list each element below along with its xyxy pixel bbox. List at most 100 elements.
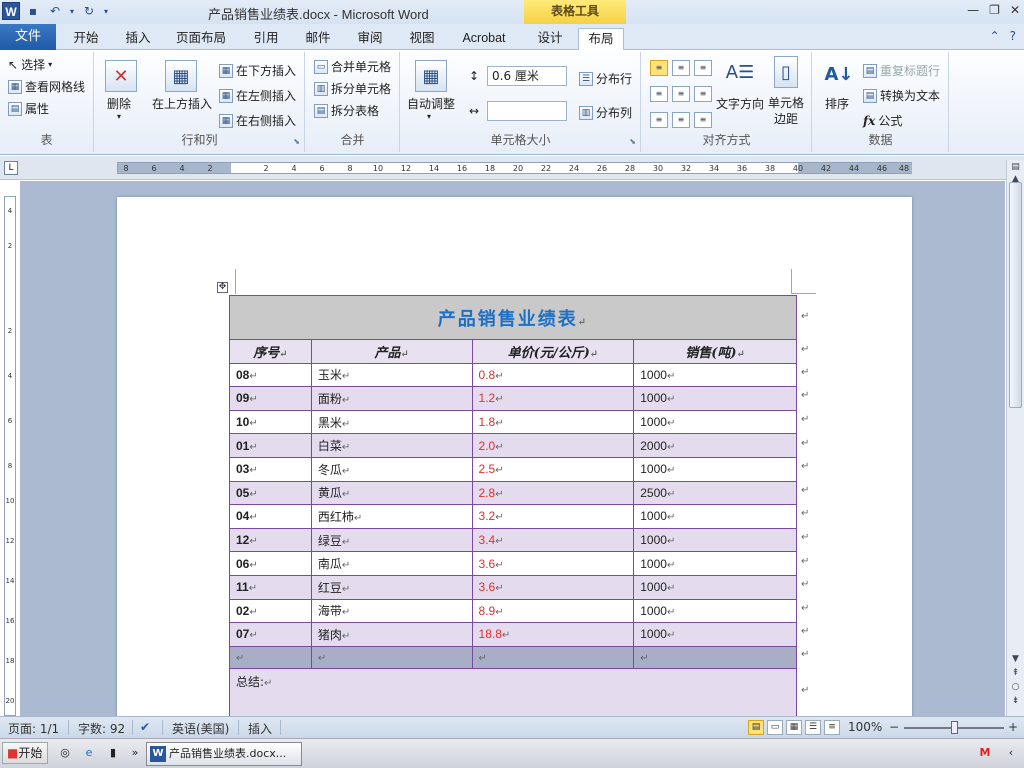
quick-launch-icon[interactable]: ▮ (104, 744, 122, 762)
zoom-out-button[interactable]: − (889, 720, 899, 734)
table-cell[interactable]: 0.8↵ (471, 362, 635, 388)
table-cell[interactable]: ↵ (310, 645, 473, 669)
tab-file[interactable]: 文件 (0, 24, 56, 50)
table-cell[interactable]: 1000↵ (633, 551, 797, 576)
undo-icon[interactable]: ↶ (46, 2, 64, 20)
taskbar-word-document-button[interactable]: W 产品销售业绩表.docx... (146, 742, 302, 766)
table-cell[interactable]: 红豆↵ (310, 574, 473, 600)
customize-qat-icon[interactable]: ▾ (102, 2, 110, 20)
table-cell[interactable]: 白菜↵ (310, 433, 473, 458)
table-cell[interactable]: 2.5↵ (471, 456, 635, 482)
table-cell[interactable]: ↵ (633, 645, 797, 669)
table-cell[interactable]: 黑米↵ (310, 409, 473, 435)
header-cell[interactable]: 产品↵ (310, 339, 473, 364)
scroll-down-arrow-icon[interactable]: ▼ (1007, 654, 1024, 664)
table-cell[interactable]: 12↵ (229, 527, 312, 553)
web-layout-icon[interactable]: ▦ (786, 720, 802, 735)
table-cell[interactable]: 10↵ (229, 409, 312, 435)
table-cell[interactable]: 1.8↵ (471, 409, 635, 435)
next-page-icon[interactable]: ⇟ (1007, 696, 1024, 706)
table-cell[interactable]: ↵ (229, 645, 312, 669)
table-cell[interactable]: 面粉↵ (310, 386, 473, 411)
table-cell[interactable]: 1000↵ (633, 622, 797, 647)
tab-layout[interactable]: 布局 (578, 28, 624, 51)
align-top-center-icon[interactable]: ≡ (672, 60, 690, 76)
table-move-handle-icon[interactable]: ✥ (217, 282, 228, 293)
table-cell[interactable]: 2.8↵ (471, 480, 635, 506)
tray-expand-icon[interactable]: ‹ (1002, 744, 1020, 762)
table-cell[interactable]: 08↵ (229, 362, 312, 388)
zoom-in-button[interactable]: + (1008, 720, 1018, 734)
summary-cell[interactable]: 总结:↵ (229, 667, 797, 719)
header-cell[interactable]: 销售(吨)↵ (633, 339, 797, 364)
quick-launch-more-icon[interactable]: » (126, 744, 144, 762)
tab-page-layout[interactable]: 页面布局 (170, 28, 232, 50)
print-layout-view-icon[interactable]: ▤ (748, 720, 764, 735)
table-cell[interactable]: 2500↵ (633, 480, 797, 506)
tab-insert[interactable]: 插入 (116, 28, 160, 50)
table-title-cell[interactable]: 产品销售业绩表↵ (229, 295, 797, 340)
merge-cells-button[interactable]: ▭ 合并单元格 (314, 58, 391, 75)
delete-dropdown-icon[interactable]: ▾ (117, 112, 121, 121)
align-middle-left-icon[interactable]: ≡ (650, 86, 668, 102)
previous-page-icon[interactable]: ⇞ (1007, 668, 1024, 678)
word-app-icon[interactable]: W (2, 2, 20, 20)
table-cell[interactable]: 1.2↵ (471, 386, 635, 411)
proofing-icon[interactable]: ✔ (140, 720, 150, 734)
table-cell[interactable]: 1000↵ (633, 598, 797, 624)
tab-references[interactable]: 引用 (244, 28, 288, 50)
table-cell[interactable]: ↵ (471, 645, 635, 669)
table-cell[interactable]: 07↵ (229, 622, 312, 647)
table-cell[interactable]: 冬瓜↵ (310, 456, 473, 482)
text-direction-button[interactable]: 文字方向 (716, 95, 764, 112)
table-cell[interactable]: 3.6↵ (471, 574, 635, 600)
align-bottom-left-icon[interactable]: ≡ (650, 112, 668, 128)
table-cell[interactable]: 09↵ (229, 386, 312, 411)
start-button[interactable]: ■开始 (2, 742, 48, 764)
insert-above-button[interactable]: 在上方插入 (152, 95, 212, 112)
dialog-launcher-icon[interactable]: ⬊ (629, 137, 636, 146)
outline-view-icon[interactable]: ☰ (805, 720, 821, 735)
undo-dropdown-icon[interactable]: ▾ (68, 2, 76, 20)
minimize-button[interactable]: — (967, 3, 979, 17)
header-cell[interactable]: 单价(元/公斤)↵ (471, 339, 635, 364)
tab-mailings[interactable]: 邮件 (296, 28, 340, 50)
properties-button[interactable]: ▤ 属性 (8, 100, 49, 117)
redo-icon[interactable]: ↻ (80, 2, 98, 20)
save-icon[interactable]: ▪ (24, 2, 42, 20)
header-cell[interactable]: 序号↵ (229, 339, 312, 364)
table-cell[interactable]: 黄瓜↵ (310, 480, 473, 506)
table-cell[interactable]: 3.4↵ (471, 527, 635, 553)
tab-acrobat[interactable]: Acrobat (454, 28, 514, 50)
table-cell[interactable]: 2.0↵ (471, 433, 635, 458)
close-button[interactable]: ✕ (1010, 3, 1020, 17)
distribute-rows-button[interactable]: ☰ 分布行 (579, 70, 632, 87)
word-count[interactable]: 字数: 92 (78, 720, 125, 737)
page-indicator[interactable]: 页面: 1/1 (8, 720, 59, 737)
table-cell[interactable]: 1000↵ (633, 504, 797, 529)
table-cell[interactable]: 05↵ (229, 480, 312, 506)
quick-launch-icon[interactable]: ◎ (56, 744, 74, 762)
sort-button[interactable]: 排序 (825, 95, 849, 112)
table-cell[interactable]: 绿豆↵ (310, 527, 473, 553)
autofit-button[interactable]: 自动调整 (407, 95, 455, 112)
vertical-scrollbar[interactable]: ▤ ▲ ▼ ⇞ ○ ⇟ (1006, 160, 1024, 716)
align-bottom-center-icon[interactable]: ≡ (672, 112, 690, 128)
select-button[interactable]: ↖ 选择 ▾ (8, 56, 52, 73)
zoom-slider-thumb[interactable] (951, 721, 958, 734)
scrollbar-thumb[interactable] (1009, 182, 1022, 408)
table-cell[interactable]: 11↵ (229, 574, 312, 600)
table-cell[interactable]: 03↵ (229, 456, 312, 482)
table-cell[interactable]: 1000↵ (633, 527, 797, 553)
table-cell[interactable]: 01↵ (229, 433, 312, 458)
table-cell[interactable]: 1000↵ (633, 362, 797, 388)
table-cell[interactable]: 南瓜↵ (310, 551, 473, 576)
full-screen-reading-icon[interactable]: ▭ (767, 720, 783, 735)
table-cell[interactable]: 3.6↵ (471, 551, 635, 576)
table-cell[interactable]: 3.2↵ (471, 504, 635, 529)
vertical-ruler[interactable]: 4 2 2 4 6 8 10 12 14 16 18 20 (4, 196, 16, 716)
internet-explorer-icon[interactable]: e (80, 744, 98, 762)
draft-view-icon[interactable]: ≡ (824, 720, 840, 735)
table-cell[interactable]: 海带↵ (310, 598, 473, 624)
table-cell[interactable]: 玉米↵ (310, 362, 473, 388)
